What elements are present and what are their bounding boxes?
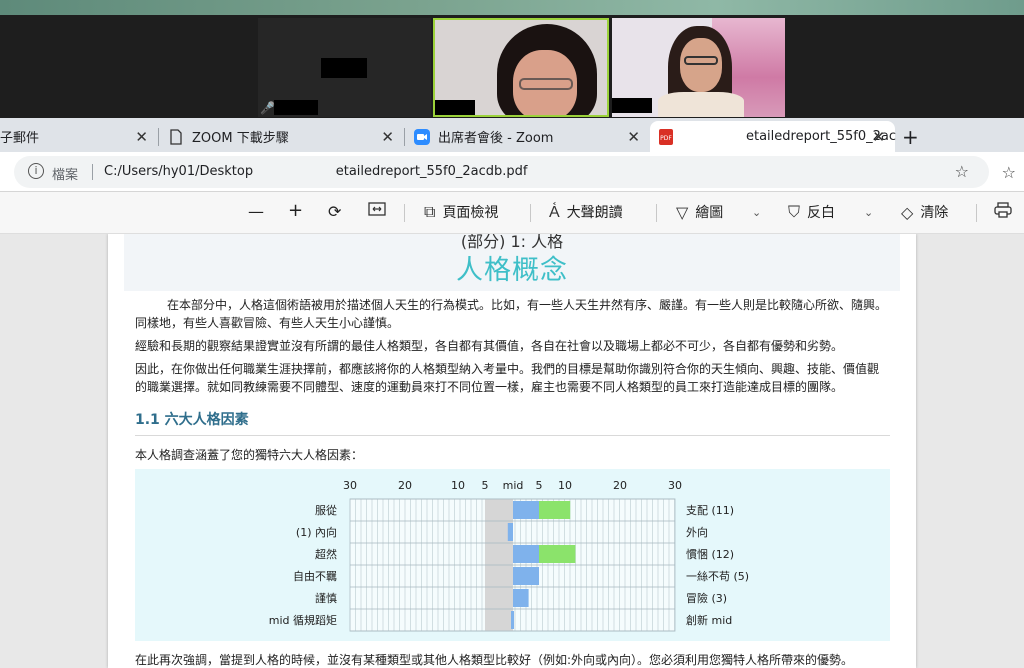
- zoom-out-button[interactable]: —: [248, 202, 264, 221]
- draw-button[interactable]: ▽ 繪圖: [676, 202, 723, 222]
- draw-pen-icon: ▽: [676, 202, 689, 222]
- participant-tile-3[interactable]: [612, 18, 785, 117]
- tab-label: ZOOM 下載步驟: [192, 131, 289, 146]
- row-left-label: mid 循規蹈矩: [269, 613, 337, 627]
- axis-tick-label: 20: [613, 479, 627, 492]
- microphone-muted-icon: 🎤: [260, 101, 275, 115]
- document-icon: [168, 128, 184, 145]
- draw-chevron-down-icon[interactable]: ⌄: [752, 206, 761, 219]
- page-view-icon: ⧉: [424, 202, 436, 221]
- erase-label: 清除: [920, 205, 949, 221]
- axis-tick-label: 20: [398, 479, 412, 492]
- erase-button[interactable]: ◇ 清除: [901, 202, 948, 222]
- row-right-label: 冒險 (3): [686, 591, 727, 605]
- page-view-label: 頁面檢視: [442, 205, 499, 221]
- row-right-label: 創新 mid: [686, 613, 732, 627]
- paragraph-2: 經驗和長期的觀察結果證實並沒有所謂的最佳人格類型，各自都有其價值，各自在社會以及…: [135, 339, 844, 353]
- section-intro: 本人格調查涵蓋了您的獨特六大人格因素：: [135, 448, 364, 462]
- read-aloud-label: 大聲朗讀: [566, 205, 623, 221]
- bar-mid: [511, 611, 514, 629]
- zoom-video-strip: 🎤: [0, 0, 1024, 118]
- page-view-button[interactable]: ⧉ 頁面檢視: [424, 202, 498, 222]
- highlighter-icon: ⛉: [788, 202, 801, 221]
- close-icon[interactable]: ✕: [872, 128, 885, 146]
- participant-tile-2[interactable]: [433, 18, 609, 117]
- pdf-icon: PDF: [658, 128, 674, 145]
- rotate-icon[interactable]: ⟳: [328, 202, 341, 221]
- paragraph-3: 因此，在你做出任何職業生涯抉擇前，都應該將你的人格類型納入考量中。我們的目標是幫…: [135, 362, 880, 394]
- bar-inner: [507, 523, 513, 541]
- chart-svg: 30 20 10 5 mid 5 10 20 30 服從 支配 (11) (1) 內向 外向超然 慣悃 (…: [269, 479, 749, 632]
- read-aloud-icon: A᷾: [549, 202, 560, 221]
- pdf-viewer[interactable]: (部分) 1: 人格 人格概念 在本部分中，人格這個術語被用於描述個人天生的行為…: [0, 234, 1024, 668]
- highlight-chevron-down-icon[interactable]: ⌄: [864, 206, 873, 219]
- axis-tick-label: 30: [343, 479, 357, 492]
- fit-page-icon[interactable]: [368, 202, 386, 216]
- read-aloud-button[interactable]: A᷾ 大聲朗讀: [549, 202, 623, 222]
- url-scheme: 檔案: [52, 168, 79, 183]
- close-icon[interactable]: ✕: [135, 128, 148, 146]
- browser-tab-bar: 子郵件 ✕ ZOOM 下載步驟 ✕ 出席者會後 - Zoom ✕ PDF eta…: [0, 118, 1024, 152]
- axis-tick-label: 5: [482, 479, 489, 492]
- paragraph-1: 在本部分中，人格這個術語被用於描述個人天生的行為模式。比如，有一些人天生井然有序…: [135, 298, 888, 330]
- row-left-label: 服從: [315, 504, 337, 517]
- pdf-toolbar: — + ⟳ ⧉ 頁面檢視 A᷾ 大聲朗讀 ▽ 繪圖 ⌄ ⛉ 反白 ⌄ ◇ 清除: [0, 192, 1024, 234]
- tab-pdf-active[interactable]: PDF etailedreport_55f0_2ac ✕: [650, 121, 896, 152]
- desktop-background: [0, 0, 1024, 15]
- new-tab-button[interactable]: +: [902, 121, 922, 152]
- tab-zoom-attendee[interactable]: 出席者會後 - Zoom ✕: [414, 121, 650, 152]
- url-field[interactable]: i 檔案 C:/Users/hy01/Desktop etailedreport…: [14, 156, 989, 188]
- row-right-label: 慣悃 (12): [686, 547, 734, 561]
- bar-inner: [513, 501, 539, 519]
- close-icon[interactable]: ✕: [627, 128, 640, 146]
- row-right-label: 外向: [686, 525, 708, 539]
- bar-outer: [539, 501, 571, 519]
- axis-tick-label: 30: [668, 479, 682, 492]
- axis-tick-label: 10: [451, 479, 465, 492]
- address-bar: i 檔案 C:/Users/hy01/Desktop etailedreport…: [0, 152, 1024, 192]
- bar-inner: [513, 567, 539, 585]
- print-icon[interactable]: [994, 202, 1012, 218]
- row-right-label: 一絲不苟 (5): [686, 569, 749, 583]
- personality-factor-chart: 30 20 10 5 mid 5 10 20 30 服從 支配 (11) (1) 內向 外向超然 慣悃 (…: [135, 469, 890, 641]
- plus-icon: +: [902, 124, 919, 149]
- axis-tick-label: 10: [558, 479, 572, 492]
- participant-name-redacted: [435, 100, 475, 115]
- row-left-label: (1) 內向: [296, 525, 337, 539]
- highlight-button[interactable]: ⛉ 反白: [788, 202, 835, 222]
- favorite-star-icon[interactable]: ☆: [955, 162, 969, 181]
- highlight-label: 反白: [807, 205, 836, 221]
- close-icon[interactable]: ✕: [381, 128, 394, 146]
- redacted-avatar: [321, 58, 367, 78]
- tab-mail[interactable]: 子郵件 ✕: [0, 121, 158, 152]
- bar-outer: [539, 545, 576, 563]
- svg-text:PDF: PDF: [660, 135, 672, 142]
- row-left-label: 自由不羈: [293, 569, 337, 583]
- pdf-page: (部分) 1: 人格 人格概念 在本部分中，人格這個術語被用於描述個人天生的行為…: [108, 234, 916, 668]
- participant-name-redacted: [612, 98, 652, 113]
- draw-label: 繪圖: [695, 205, 724, 221]
- axis-tick-label: 5: [536, 479, 543, 492]
- zoom-in-button[interactable]: +: [288, 200, 303, 221]
- row-left-label: 謹慎: [315, 591, 337, 605]
- favorites-list-icon[interactable]: ☆: [1002, 163, 1016, 182]
- bar-inner: [513, 589, 529, 607]
- tab-zoom-download[interactable]: ZOOM 下載步驟 ✕: [168, 121, 404, 152]
- eraser-icon: ◇: [901, 202, 914, 222]
- participant-name-redacted: [274, 100, 318, 115]
- row-left-label: 超然: [315, 547, 337, 561]
- row-right-label: 支配 (11): [686, 504, 734, 517]
- info-icon[interactable]: i: [28, 163, 44, 179]
- participant-tile-1[interactable]: [258, 18, 431, 117]
- url-text[interactable]: C:/Users/hy01/Desktop etailedreport_55f0…: [104, 164, 527, 179]
- page-title: 人格概念: [456, 255, 568, 286]
- section-title: 1.1 六大人格因素: [135, 412, 249, 428]
- footer-paragraph: 在此再次強調，當提到人格的時候，並沒有某種類型或其他人格類型比較好（例如:外向或…: [135, 653, 854, 667]
- tab-label: 子郵件: [0, 131, 40, 146]
- bar-inner: [513, 545, 539, 563]
- tab-label: 出席者會後 - Zoom: [438, 131, 554, 146]
- zoom-icon: [414, 128, 430, 145]
- axis-tick-label: mid: [503, 479, 524, 492]
